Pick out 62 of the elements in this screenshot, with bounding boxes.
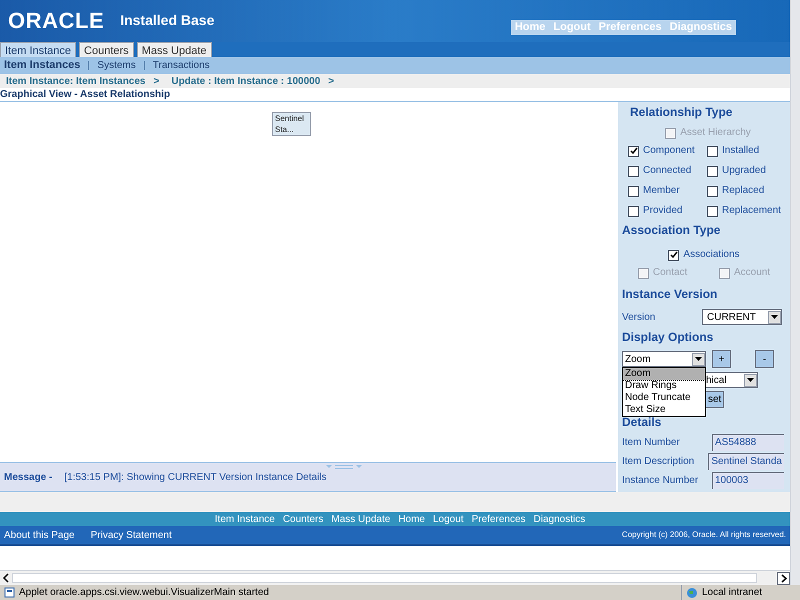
zoom-out-button[interactable]: - <box>755 350 774 368</box>
breadcrumb-separator: > <box>154 74 160 88</box>
tab[interactable]: Item Instance <box>0 42 76 57</box>
section-heading: Details <box>622 415 662 430</box>
graph-node[interactable]: Sentinel Sta... <box>272 112 311 136</box>
checkbox-label: Account <box>734 267 770 279</box>
footer-link[interactable]: Logout <box>433 512 464 526</box>
checkbox-label: Component <box>643 145 695 157</box>
subtab[interactable]: Item Instances <box>4 57 80 74</box>
checkbox-label: Provided <box>643 205 682 217</box>
checkbox-label: Associations <box>683 249 740 261</box>
zone-text: Local intranet <box>702 586 762 600</box>
footer-link[interactable]: Item Instance <box>214 512 275 526</box>
version-select[interactable]: CURRENT <box>702 309 782 325</box>
reset-button[interactable]: set <box>706 391 724 408</box>
footer-link[interactable]: Counters <box>282 512 324 526</box>
breadcrumb-separator: > <box>328 74 334 88</box>
subtab[interactable]: Transactions <box>152 58 210 73</box>
message-text: [1:53:15 PM]: Showing CURRENT Version Instance Details <box>64 470 327 484</box>
footer-link[interactable]: Preferences <box>472 512 526 526</box>
copyright-text: Copyright (c) 2006, Oracle. All rights reserved. <box>622 529 786 541</box>
checkbox-label: Connected <box>643 165 692 177</box>
field-label: Item Number <box>622 436 680 450</box>
read-only-field: AS54888 <box>712 434 784 451</box>
menu-option[interactable]: Draw Rings <box>623 380 705 392</box>
breadcrumb-link[interactable]: Update : Item Instance : 100000 <box>171 74 320 88</box>
page-title: Graphical View - Asset Relationship <box>0 88 170 102</box>
read-only-field: Sentinel Standa <box>708 453 784 470</box>
checkbox-label: Replaced <box>722 185 764 197</box>
field-label: Instance Number <box>622 474 698 488</box>
footer-link[interactable]: Diagnostics <box>534 512 586 526</box>
menu-option[interactable]: Text Size <box>623 404 705 416</box>
footer-link[interactable]: Home <box>398 512 425 526</box>
tab[interactable]: Mass Update <box>136 42 212 57</box>
breadcrumb-link[interactable]: Item Instance: Item Instances <box>6 74 146 88</box>
footer-link[interactable]: About this Page <box>4 528 75 542</box>
layout-select[interactable]: hical <box>706 372 758 388</box>
menu-option[interactable]: Zoom <box>623 368 705 380</box>
footer-link[interactable]: Mass Update <box>331 512 390 526</box>
checkbox-label: Contact <box>652 267 688 279</box>
display-option-select[interactable]: Zoom <box>622 351 706 367</box>
field-label: Item Description <box>622 455 694 469</box>
checkbox-label: Upgraded <box>722 165 766 177</box>
read-only-field: 100003 <box>712 472 784 489</box>
checkbox-label: Replacement <box>722 205 781 217</box>
checkbox-label: Installed <box>722 145 760 157</box>
section-heading: Association Type <box>622 223 722 238</box>
subtab[interactable]: Systems <box>97 58 136 73</box>
footer-link[interactable]: Privacy Statement <box>90 528 172 542</box>
app-title: Installed Base <box>120 11 214 30</box>
section-heading: Instance Version <box>622 287 718 302</box>
field-label: Version <box>622 310 656 324</box>
section-heading: Relationship Type <box>630 105 734 120</box>
oracle-logo: ORACLE <box>8 7 104 35</box>
status-text: Applet oracle.apps.csi.view.webui.VisualizerMain started <box>19 586 269 600</box>
menu-option[interactable]: Node Truncate <box>623 392 705 404</box>
checkbox-label: Member <box>643 185 680 197</box>
checkbox-label: Asset Hierarchy <box>680 127 751 139</box>
tab[interactable]: Counters <box>79 42 134 57</box>
section-heading: Display Options <box>622 330 714 345</box>
message-label: Message - <box>4 470 52 484</box>
zoom-in-button[interactable]: + <box>712 350 731 368</box>
